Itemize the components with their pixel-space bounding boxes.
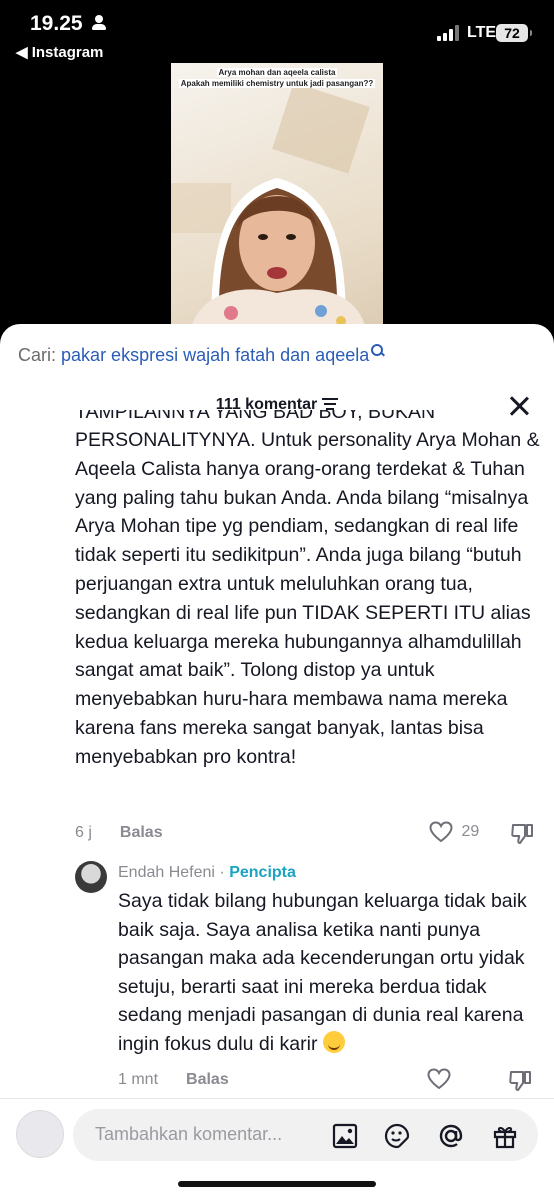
reply-author[interactable]: Endah Hefeni xyxy=(118,864,215,881)
reply-button[interactable]: Balas xyxy=(186,1071,229,1088)
video-caption: Arya mohan dan aqeela calista Apakah mem… xyxy=(175,67,379,89)
like-group[interactable]: 29 xyxy=(429,821,479,843)
reply-header: Endah Hefeni · Pencipta xyxy=(118,864,296,882)
reply-body: Saya tidak bilang hubungan keluarga tida… xyxy=(118,890,527,1055)
avatar[interactable] xyxy=(75,861,107,893)
avatar[interactable] xyxy=(16,1110,64,1158)
person-icon xyxy=(92,15,106,31)
comment-time: 6 j xyxy=(75,824,92,841)
smile-emoji xyxy=(322,1030,345,1053)
back-to-app-link[interactable]: ◀ Instagram xyxy=(16,43,103,61)
separator: · xyxy=(219,864,225,881)
filter-icon[interactable] xyxy=(322,398,339,410)
comment-meta: 6 j Balas xyxy=(75,824,163,842)
presenter-figure xyxy=(191,178,366,328)
signal-icon xyxy=(437,25,463,41)
home-indicator[interactable] xyxy=(178,1181,376,1187)
comment-sheet: Cari: pakar ekspresi wajah fatah dan aqe… xyxy=(0,324,554,1199)
video-caption-line1: Arya mohan dan aqeela calista xyxy=(216,68,338,77)
comment-text: TAMPILANNYA YANG BAD BOY, BUKAN PERSONAL… xyxy=(75,410,545,772)
comment-text-cut: TAMPILANNYA YANG BAD BOY, BUKAN xyxy=(75,410,436,423)
network-type: LTE xyxy=(467,24,497,41)
search-prefix: Cari: xyxy=(18,345,57,365)
creator-badge: Pencipta xyxy=(229,864,296,881)
comment-input-placeholder: Tambahkan komentar... xyxy=(95,1124,283,1144)
heart-icon[interactable] xyxy=(427,1068,451,1090)
like-count: 29 xyxy=(461,823,480,840)
divider xyxy=(0,1098,554,1099)
dislike-icon[interactable] xyxy=(508,1069,532,1093)
video-caption-line2: Apakah memiliki chemistry untuk jadi pas… xyxy=(178,79,376,88)
comment-body: PERSONALITYNYA. Untuk personality Arya M… xyxy=(75,429,540,768)
comment-input[interactable]: Tambahkan komentar... xyxy=(73,1109,538,1161)
status-time: 19.25 xyxy=(30,12,83,35)
reply-time: 1 mnt xyxy=(118,1071,159,1088)
search-icon xyxy=(371,344,384,357)
video-preview[interactable]: Arya mohan dan aqeela calista Apakah mem… xyxy=(171,63,383,328)
battery-icon: 72 xyxy=(496,24,532,42)
sticker-icon[interactable] xyxy=(383,1122,411,1150)
reply-button[interactable]: Balas xyxy=(120,824,163,841)
image-icon[interactable] xyxy=(331,1122,359,1150)
gift-icon[interactable] xyxy=(491,1122,519,1150)
reply-text: Saya tidak bilang hubungan keluarga tida… xyxy=(118,887,543,1059)
mention-icon[interactable] xyxy=(437,1122,465,1150)
reply-meta: 1 mnt Balas xyxy=(118,1071,229,1089)
search-query[interactable]: pakar ekspresi wajah fatah dan aqeela xyxy=(61,345,369,365)
status-bar: 19.25 ◀ Instagram LTE 72 xyxy=(0,0,554,70)
heart-icon[interactable] xyxy=(429,821,453,843)
search-suggestion[interactable]: Cari: pakar ekspresi wajah fatah dan aqe… xyxy=(18,344,384,366)
dislike-icon[interactable] xyxy=(510,822,534,846)
